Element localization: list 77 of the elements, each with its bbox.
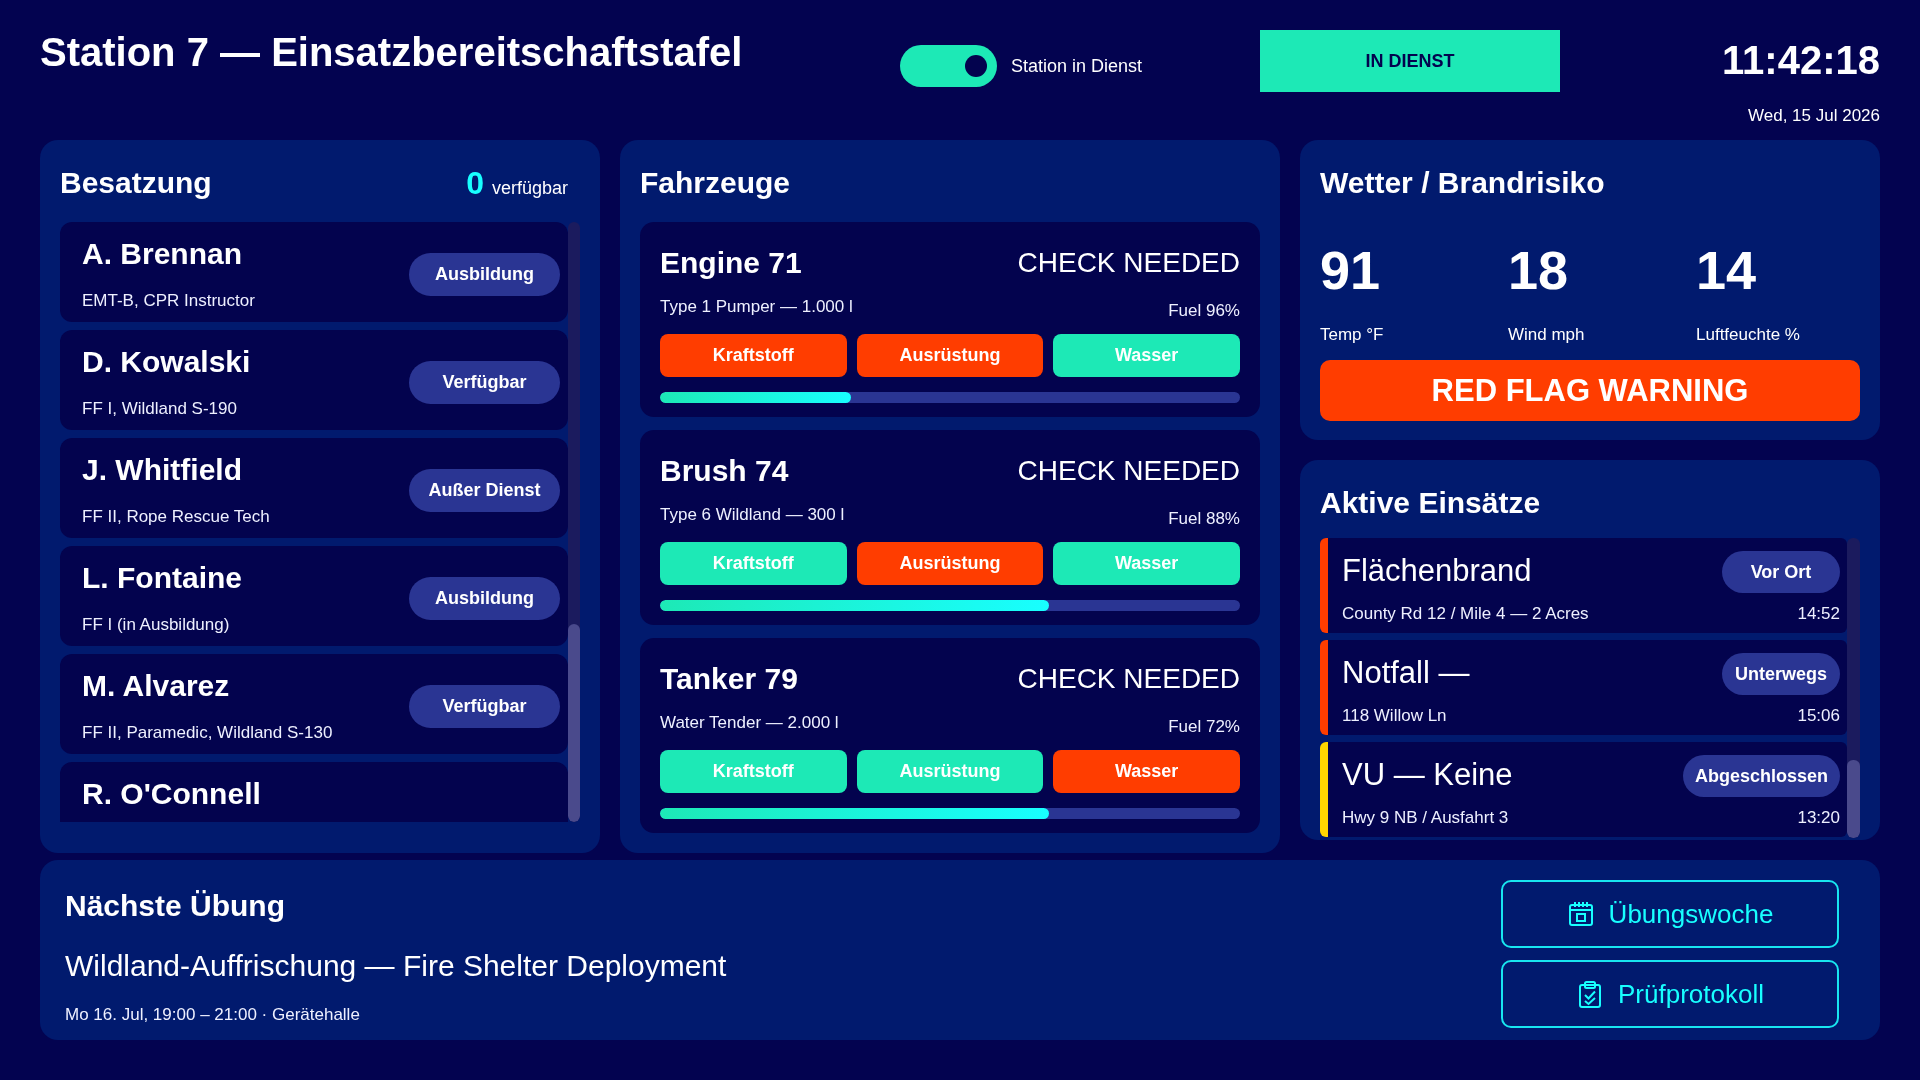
- panel-title: Nächste Übung: [65, 888, 287, 924]
- check-status: CHECK NEEDED: [1017, 247, 1240, 279]
- calendar-icon: [1566, 900, 1595, 928]
- panel-title: Wetter / Brandrisiko: [1320, 165, 1606, 201]
- member-name: M. Alvarez: [82, 668, 231, 704]
- toggle-switch[interactable]: [900, 45, 997, 87]
- member-qualifications: EMT-B, CPR Instructor: [82, 290, 256, 312]
- fuel-reading: Fuel 96%: [1168, 300, 1240, 322]
- panel-title: Aktive Einsätze: [1320, 485, 1542, 521]
- panel-title: Fahrzeuge: [640, 165, 792, 201]
- date-text: Wed, 15 Jul 2026: [1748, 105, 1880, 127]
- member-name: L. Fontaine: [82, 560, 243, 596]
- status-badge: Unterwegs: [1722, 653, 1840, 695]
- duty-status-button[interactable]: IN DIENST: [1260, 30, 1560, 92]
- checklist-button[interactable]: Prüfprotokoll: [1501, 960, 1839, 1028]
- incident-title: VU — Keine: [1342, 756, 1514, 794]
- check-chip: Kraftstoff: [660, 750, 847, 793]
- status-badge: Verfügbar: [409, 360, 560, 404]
- scrollbar[interactable]: [1847, 538, 1860, 838]
- available-count: 0: [466, 164, 484, 202]
- incident-location: Hwy 9 NB / Ausfahrt 3: [1342, 807, 1510, 829]
- incident-time: 15:06: [1796, 705, 1840, 727]
- member-qualifications: FF I (in Ausbildung): [82, 614, 231, 636]
- reading-label: Luftfeuchte %: [1696, 324, 1801, 346]
- vehicle-description: Type 6 Wildland — 300 l: [660, 504, 845, 526]
- check-chip: Ausrüstung: [856, 334, 1044, 377]
- reading-value: 18: [1508, 240, 1570, 300]
- member-name: R. O'Connell: [82, 776, 262, 812]
- status-badge: Ausbildung: [409, 576, 560, 620]
- reading-value: 91: [1320, 240, 1382, 300]
- reading-value: 14: [1696, 240, 1758, 300]
- check-chip: Wasser: [1053, 334, 1240, 377]
- vehicle-name: Tanker 79: [660, 662, 798, 696]
- incident-title: Notfall —: [1342, 654, 1471, 692]
- check-chip: Wasser: [1053, 542, 1240, 585]
- member-qualifications: FF II, Rope Rescue Tech: [82, 506, 271, 528]
- status-badge: Ausbildung: [409, 252, 560, 296]
- vehicle-name: Brush 74: [660, 454, 789, 488]
- incident-location: County Rd 12 / Mile 4 — 2 Acres: [1342, 603, 1590, 625]
- reading-label: Wind mph: [1508, 324, 1586, 346]
- member-qualifications: FF II, Paramedic, Wildland S-130: [82, 722, 334, 744]
- status-badge: Vor Ort: [1722, 551, 1840, 593]
- incident-time: 14:52: [1796, 603, 1840, 625]
- warning-banner: RED FLAG WARNING: [1320, 360, 1860, 421]
- incident-location: 118 Willow Ln: [1342, 705, 1448, 727]
- fuel-reading: Fuel 88%: [1168, 508, 1240, 530]
- incident-time: 13:20: [1796, 807, 1840, 829]
- status-badge: Außer Dienst: [409, 468, 560, 512]
- vehicle-description: Type 1 Pumper — 1.000 l: [660, 296, 853, 318]
- status-badge: Verfügbar: [409, 684, 560, 728]
- clock-time: 11:42:18: [1722, 37, 1880, 84]
- check-status: CHECK NEEDED: [1017, 663, 1240, 695]
- member-name: A. Brennan: [82, 236, 244, 272]
- fuel-reading: Fuel 72%: [1168, 716, 1240, 738]
- reading-label: Temp °F: [1320, 324, 1385, 346]
- drill-name: Wildland-Auffrischung — Fire Shelter Deployment: [65, 948, 727, 984]
- available-label: verfügbar: [491, 177, 568, 199]
- calendar-button[interactable]: Übungswoche: [1501, 880, 1839, 948]
- check-chip: Kraftstoff: [660, 542, 847, 585]
- check-chip: Ausrüstung: [856, 542, 1044, 585]
- toggle-label: Station in Dienst: [1011, 55, 1143, 77]
- check-chip: Kraftstoff: [660, 334, 847, 377]
- vehicle-description: Water Tender — 2.000 l: [660, 712, 839, 734]
- drill-details: Mo 16. Jul, 19:00 – 21:00 · Gerätehalle: [65, 1004, 361, 1026]
- incident-title: Flächenbrand: [1342, 552, 1533, 590]
- clipboard-check-icon: [1576, 980, 1604, 1008]
- member-name: D. Kowalski: [82, 344, 252, 380]
- vehicle-name: Engine 71: [660, 246, 802, 280]
- page-title: Station 7 — Einsatzbereitschaftstafel: [40, 30, 744, 74]
- status-badge: Abgeschlossen: [1682, 755, 1840, 797]
- member-name: J. Whitfield: [82, 452, 243, 488]
- check-chip: Wasser: [1053, 750, 1240, 793]
- member-qualifications: FF I, Wildland S-190: [82, 398, 238, 420]
- panel-title: Besatzung: [60, 165, 212, 201]
- scrollbar[interactable]: [568, 222, 580, 822]
- check-chip: Ausrüstung: [856, 750, 1044, 793]
- check-status: CHECK NEEDED: [1017, 455, 1240, 487]
